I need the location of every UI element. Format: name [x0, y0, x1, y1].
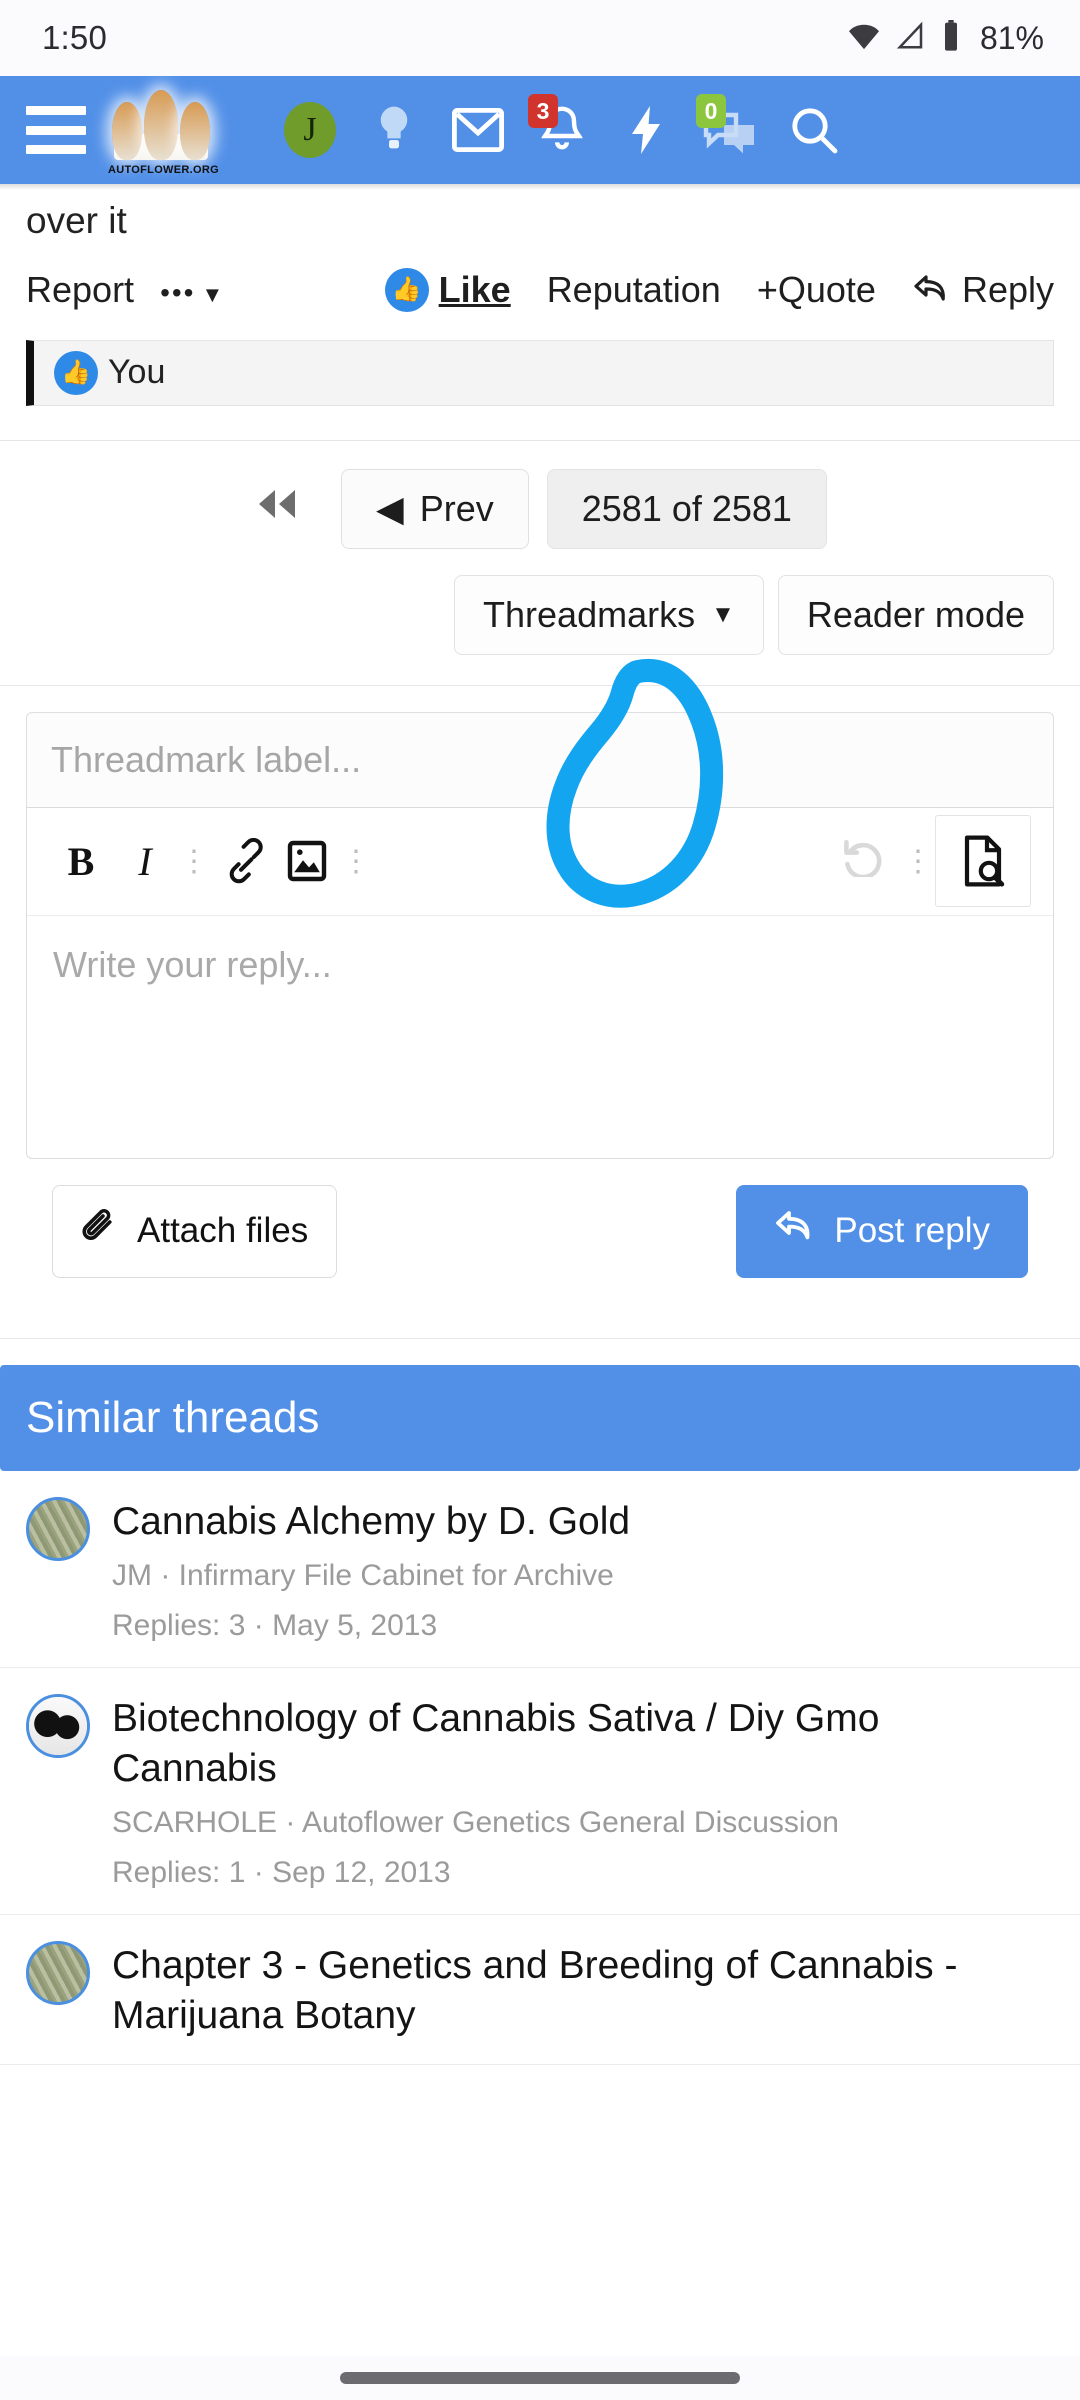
- logo-shape-center: [144, 90, 178, 160]
- reply-editor: Threadmark label... B I ⋮ ⋮ ⋮ Write your…: [0, 658, 1080, 1338]
- logo-wordmark: AUTOFLOWER.ORG: [108, 164, 219, 176]
- system-navigation-bar: [0, 2356, 1080, 2400]
- toolbar-overflow-icon[interactable]: ⋮: [901, 817, 935, 905]
- quote-label: Quote: [777, 268, 876, 310]
- inbox-icon[interactable]: [436, 84, 520, 176]
- likes-text: You: [108, 353, 166, 392]
- like-button[interactable]: 👍 Like: [384, 267, 511, 312]
- logo-shape-right: [180, 102, 210, 160]
- status-clock: 1:50: [42, 19, 108, 56]
- post-more-menu[interactable]: ••• ▼: [160, 269, 223, 311]
- alerts-badge: 3: [528, 94, 558, 128]
- page-content: over it Report ••• ▼ 👍 Like Reputation +Q…: [0, 190, 1080, 2066]
- logo-shape-left: [112, 102, 142, 160]
- thread-meta: SCARHOLE · Autoflower Genetics General D…: [112, 1805, 839, 1839]
- similar-threads-section: Similar threads Cannabis Alchemy by D. G…: [0, 1364, 1080, 2066]
- italic-button[interactable]: I: [113, 817, 177, 905]
- undo-button[interactable]: [829, 835, 901, 888]
- chevron-down-icon: ▼: [711, 600, 735, 628]
- report-button[interactable]: Report: [26, 269, 134, 311]
- avatar: [26, 1496, 90, 1561]
- prev-arrow-icon: ◀: [376, 487, 404, 529]
- editor-toolbar: B I ⋮ ⋮ ⋮: [27, 808, 1053, 916]
- thumbs-up-icon: 👍: [384, 267, 429, 312]
- conversations-icon[interactable]: 0: [688, 84, 772, 176]
- current-page-label: 2581 of 2581: [581, 487, 792, 529]
- post-text: over it: [26, 200, 127, 241]
- user-avatar[interactable]: J: [268, 84, 352, 176]
- post-reply-label: Post reply: [834, 1211, 990, 1251]
- lightbulb-icon[interactable]: [352, 84, 436, 176]
- thread-mode-bar: Threadmarks ▼ Reader mode: [0, 559, 1080, 685]
- attach-files-button[interactable]: Attach files: [52, 1184, 338, 1278]
- reader-mode-button[interactable]: Reader mode: [777, 574, 1054, 655]
- bold-button[interactable]: B: [49, 817, 113, 905]
- thread-title[interactable]: Chapter 3 - Genetics and Breeding of Can…: [112, 1941, 1054, 2041]
- divider: [0, 1337, 1080, 1339]
- similar-threads-heading: Similar threads: [0, 1364, 1080, 1471]
- reply-label: Reply: [961, 268, 1054, 310]
- conversations-badge: 0: [696, 94, 726, 128]
- reply-arrow-icon: [912, 269, 962, 310]
- reply-body-input[interactable]: Write your reply...: [27, 916, 1053, 1158]
- list-item[interactable]: Chapter 3 - Genetics and Breeding of Can…: [0, 1915, 1080, 2066]
- reader-mode-label: Reader mode: [806, 593, 1025, 635]
- threadmarks-button[interactable]: Threadmarks ▼: [454, 574, 764, 655]
- insert-overflow-icon[interactable]: ⋮: [339, 817, 373, 905]
- hamburger-menu-icon[interactable]: [26, 106, 86, 154]
- editor-actions: Attach files Post reply: [26, 1159, 1054, 1312]
- like-label: Like: [438, 268, 511, 310]
- thread-meta: JM · Infirmary File Cabinet for Archive: [112, 1558, 614, 1592]
- threadmark-label-input[interactable]: Threadmark label...: [26, 711, 1054, 807]
- list-item[interactable]: Cannabis Alchemy by D. Gold JM · Infirma…: [0, 1471, 1080, 1668]
- home-indicator[interactable]: [340, 2372, 740, 2384]
- more-dots-icon: •••: [160, 276, 196, 308]
- insert-image-button[interactable]: [275, 817, 339, 905]
- avatar: [26, 1940, 90, 2005]
- site-logo[interactable]: AUTOFLOWER.ORG: [108, 84, 219, 176]
- paperclip-icon: [81, 1208, 119, 1255]
- post-reply-button[interactable]: Post reply: [736, 1184, 1028, 1278]
- thumbs-up-icon: 👍: [54, 350, 98, 395]
- thread-title[interactable]: Biotechnology of Cannabis Sativa / Diy G…: [112, 1694, 1054, 1794]
- threadmarks-label: Threadmarks: [483, 593, 696, 635]
- editor-box: B I ⋮ ⋮ ⋮ Write your reply...: [26, 806, 1054, 1159]
- search-icon[interactable]: [772, 84, 856, 176]
- preview-button[interactable]: [935, 815, 1031, 908]
- plus-icon: +: [756, 268, 778, 310]
- thread-title[interactable]: Cannabis Alchemy by D. Gold: [112, 1497, 1054, 1547]
- reply-arrow-icon: [774, 1209, 816, 1254]
- signal-icon: [896, 21, 926, 56]
- avatar-initial: J: [284, 102, 336, 158]
- attach-files-label: Attach files: [137, 1211, 309, 1251]
- battery-icon: [941, 19, 961, 57]
- thread-replies: Replies: 1 · Sep 12, 2013: [112, 1855, 451, 1889]
- prev-page-button[interactable]: ◀ Prev: [341, 468, 529, 549]
- quote-button[interactable]: +Quote: [757, 269, 876, 311]
- battery-percent: 81%: [979, 19, 1044, 56]
- alerts-bell-icon[interactable]: 3: [520, 84, 604, 176]
- post-likes-row[interactable]: 👍 You: [26, 339, 1054, 406]
- post-action-bar: Report ••• ▼ 👍 Like Reputation +Quote Rep…: [0, 246, 1080, 330]
- status-system-icons: 81%: [847, 19, 1044, 57]
- current-page-button[interactable]: 2581 of 2581: [546, 468, 827, 549]
- pagination-bar: ◀ Prev 2581 of 2581: [0, 441, 1080, 559]
- post-body-tail: over it: [0, 190, 1080, 246]
- insert-link-button[interactable]: [211, 817, 275, 905]
- chevron-down-icon: ▼: [201, 281, 224, 307]
- header-nav-icons: J 3 0: [268, 84, 1054, 176]
- list-item[interactable]: Biotechnology of Cannabis Sativa / Diy G…: [0, 1668, 1080, 1915]
- reputation-button[interactable]: Reputation: [547, 269, 721, 311]
- avatar: [26, 1693, 90, 1758]
- prev-label: Prev: [419, 487, 494, 529]
- reply-button[interactable]: Reply: [912, 269, 1054, 311]
- thread-replies: Replies: 3 · May 5, 2013: [112, 1608, 438, 1642]
- text-options-overflow-icon[interactable]: ⋮: [177, 817, 211, 905]
- app-header: AUTOFLOWER.ORG J 3 0: [0, 76, 1080, 184]
- wifi-icon: [847, 21, 881, 56]
- status-bar: 1:50 81%: [0, 0, 1080, 76]
- first-page-icon[interactable]: [253, 486, 301, 531]
- bolt-icon[interactable]: [604, 84, 688, 176]
